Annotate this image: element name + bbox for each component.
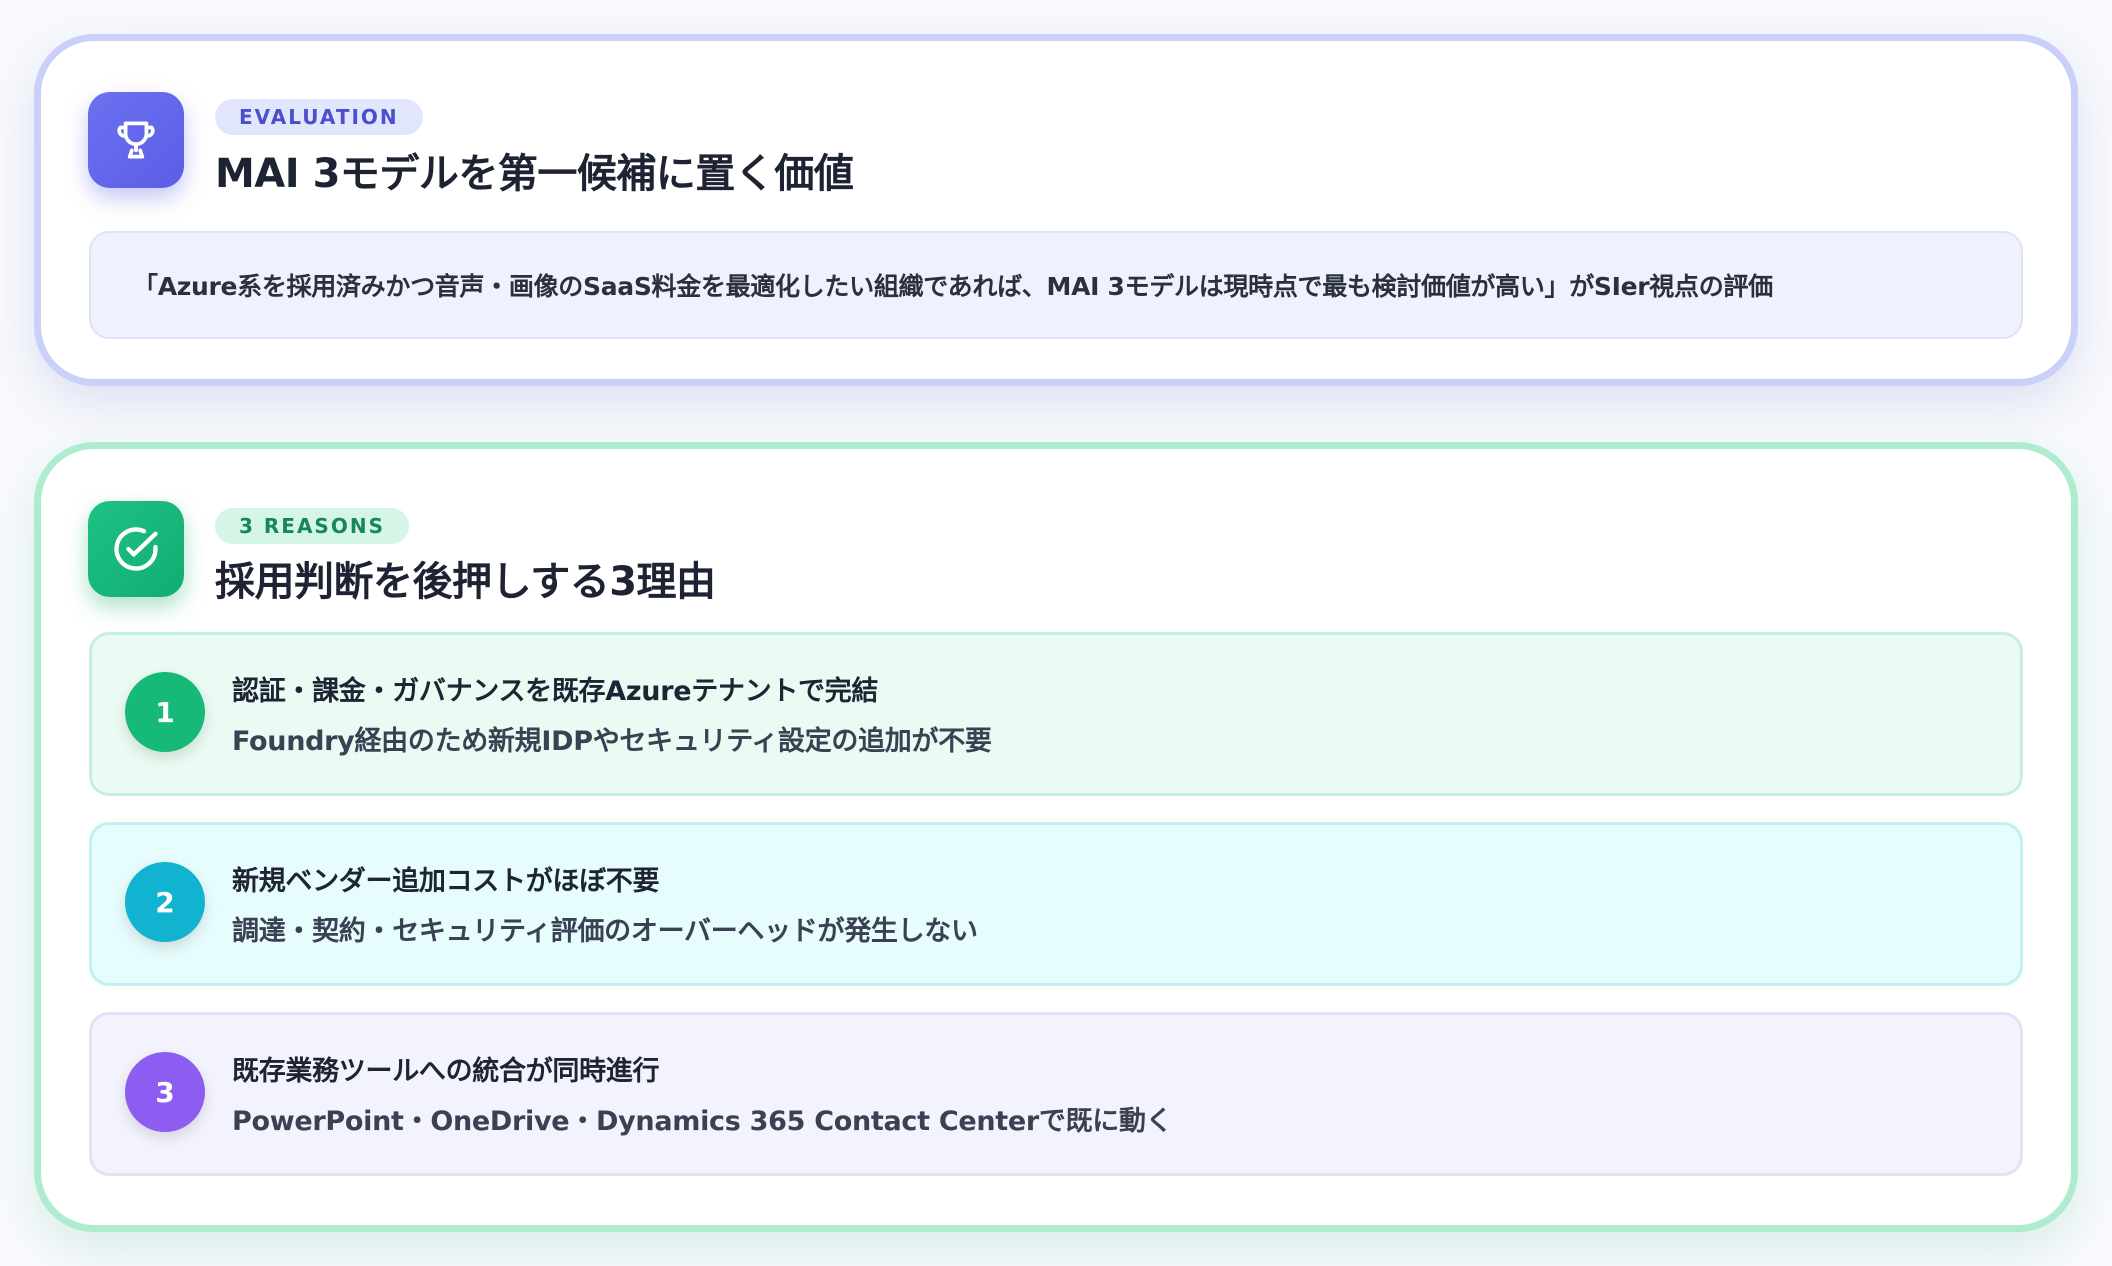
- reasons-badge: 3 REASONS: [215, 508, 409, 544]
- evaluation-badge: EVALUATION: [215, 99, 423, 135]
- reason-number-badge: 1: [125, 672, 205, 752]
- trophy-icon: [88, 92, 184, 188]
- reason-number-badge: 2: [125, 862, 205, 942]
- reason-item-3: 3 既存業務ツールへの統合が同時進行 PowerPoint・OneDrive・D…: [89, 1012, 2023, 1176]
- reason-item-2: 2 新規ベンダー追加コストがほぼ不要 調達・契約・セキュリティ評価のオーバーヘッ…: [89, 822, 2023, 986]
- reasons-card: 3 REASONS 採用判断を後押しする3理由 1 認証・課金・ガバナンスを既存…: [34, 442, 2078, 1232]
- reason-title: 既存業務ツールへの統合が同時進行: [232, 1056, 660, 1087]
- evaluation-quote: 「Azure系を採用済みかつ音声・画像のSaaS料金を最適化したい組織であれば、…: [89, 231, 2023, 339]
- reasons-title: 採用判断を後押しする3理由: [215, 559, 716, 605]
- reason-title: 新規ベンダー追加コストがほぼ不要: [232, 866, 660, 897]
- evaluation-card: EVALUATION MAI 3モデルを第一候補に置く価値 「Azure系を採用…: [34, 34, 2078, 386]
- evaluation-title: MAI 3モデルを第一候補に置く価値: [215, 151, 854, 197]
- reason-description: Foundry経由のため新規IDPやセキュリティ設定の追加が不要: [232, 726, 992, 757]
- reason-item-1: 1 認証・課金・ガバナンスを既存Azureテナントで完結 Foundry経由のた…: [89, 632, 2023, 796]
- page: EVALUATION MAI 3モデルを第一候補に置く価値 「Azure系を採用…: [0, 0, 2112, 1266]
- check-circle-icon: [88, 501, 184, 597]
- reason-number-badge: 3: [125, 1052, 205, 1132]
- reason-description: 調達・契約・セキュリティ評価のオーバーヘッドが発生しない: [232, 916, 978, 947]
- reason-description: PowerPoint・OneDrive・Dynamics 365 Contact…: [232, 1106, 1173, 1137]
- reason-title: 認証・課金・ガバナンスを既存Azureテナントで完結: [232, 676, 879, 707]
